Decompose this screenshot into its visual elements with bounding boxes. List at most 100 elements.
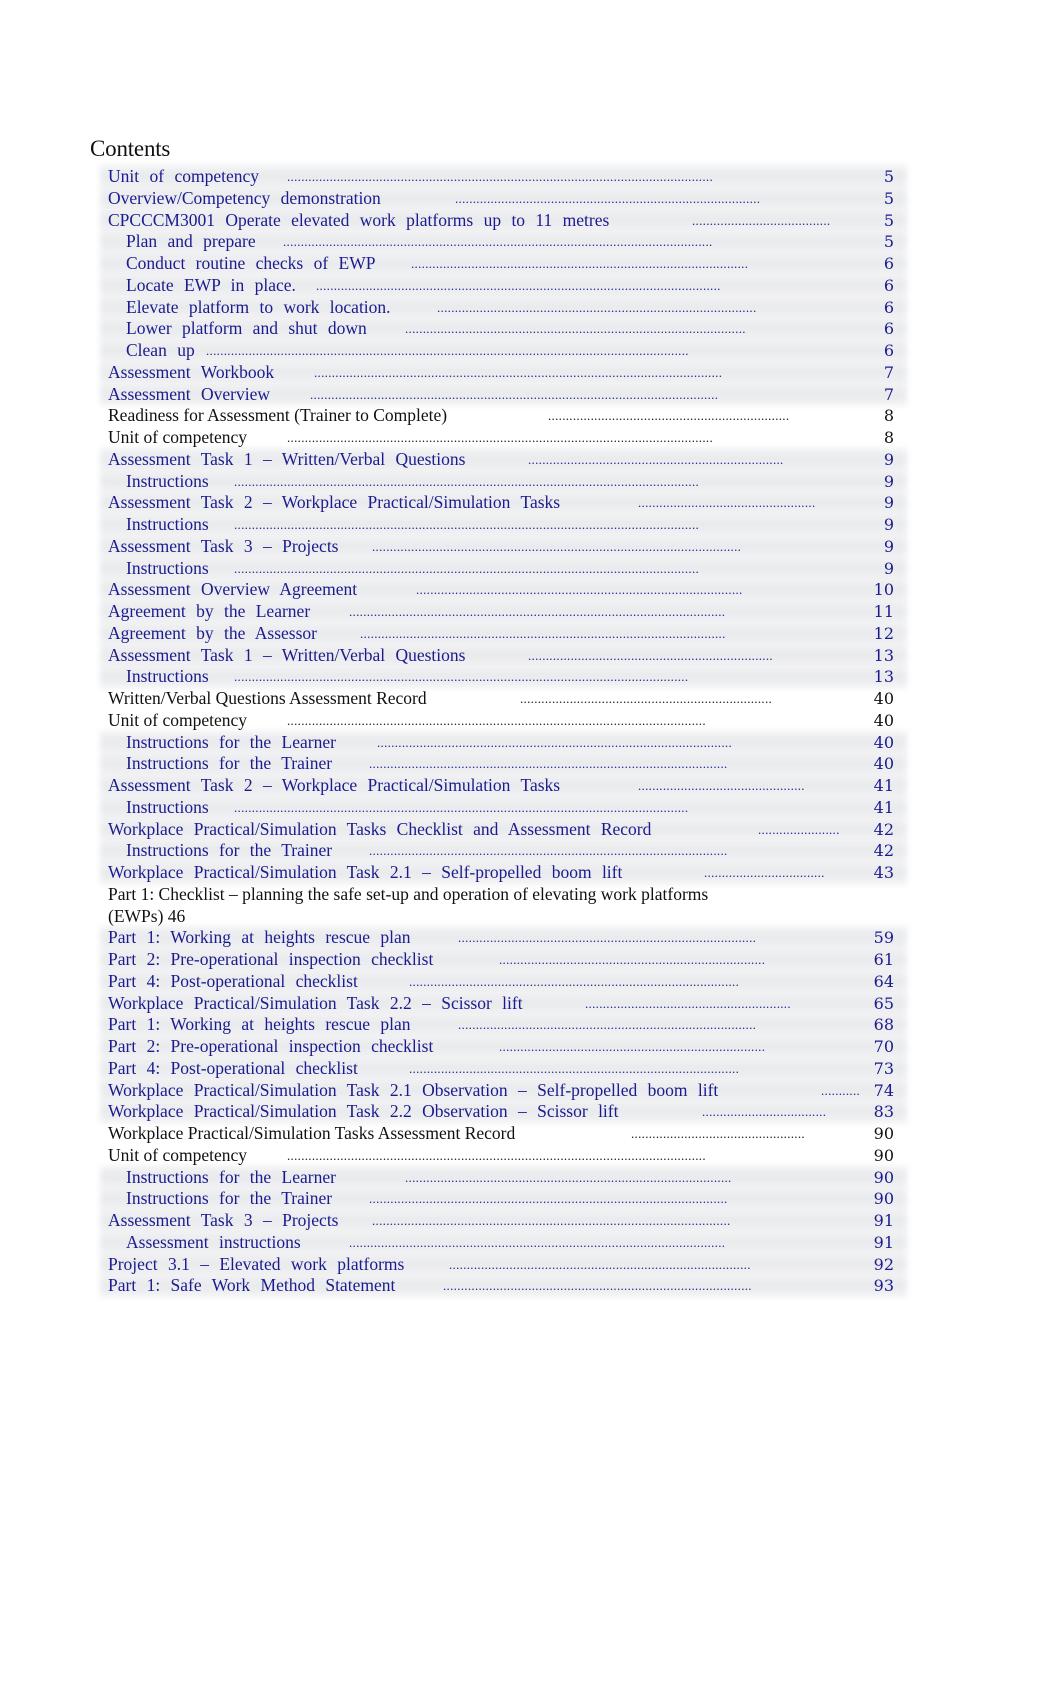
toc-entry-label[interactable]: Assessment Task 3 – Projects [108, 536, 339, 558]
toc-entry-8[interactable]: Lower platform and shut down ...........… [0, 317, 1062, 341]
toc-entry-page-number[interactable]: 73 [874, 1058, 894, 1080]
toc-entry-label[interactable]: Assessment Task 2 – Workplace Practical/… [108, 492, 560, 514]
toc-entry-44[interactable]: Workplace Practical/Simulation Tasks Ass… [0, 1123, 1062, 1145]
toc-entry-6[interactable]: Locate EWP in place. ...................… [0, 273, 1062, 298]
toc-entry-page-number[interactable]: 42 [874, 819, 894, 841]
toc-entry-3[interactable]: CPCCCM3001 Operate elevated work platfor… [0, 208, 1062, 233]
toc-entry-label[interactable]: Workplace Practical/Simulation Task 2.1 … [108, 1080, 718, 1102]
toc-entry-label[interactable]: Assessment Task 1 – Written/Verbal Quest… [108, 449, 465, 471]
toc-entry-page-number[interactable]: 11 [874, 601, 894, 623]
toc-entry-page-number[interactable]: 5 [884, 188, 894, 210]
toc-entry-label[interactable]: Instructions [126, 797, 209, 819]
toc-entry-26[interactable]: Unit of competency .....................… [0, 710, 1062, 732]
toc-entry-9[interactable]: Clean up ...............................… [0, 339, 1062, 363]
toc-entry-label[interactable]: Assessment Overview [108, 384, 270, 406]
toc-entry-page-number[interactable]: 5 [884, 166, 894, 188]
toc-entry-label[interactable]: Assessment instructions [126, 1232, 301, 1254]
toc-entry-32[interactable]: Instructions for the Trainer ...........… [0, 839, 1062, 863]
toc-entry-label[interactable]: Instructions for the Learner [126, 1167, 336, 1189]
toc-entry-51[interactable]: Part 1: Safe Work Method Statement .....… [0, 1274, 1062, 1298]
toc-entry-page-number[interactable]: 40 [874, 732, 894, 754]
toc-entry-page-number[interactable]: 13 [874, 645, 894, 667]
toc-entry-label[interactable]: Conduct routine checks of EWP [126, 253, 376, 275]
toc-entry-7[interactable]: Elevate platform to work location. .....… [0, 295, 1062, 320]
toc-entry-label[interactable]: Clean up [126, 340, 195, 362]
toc-entry-label[interactable]: Workplace Practical/Simulation Task 2.2 … [108, 993, 523, 1015]
toc-entry-13[interactable]: Unit of competency .....................… [0, 427, 1062, 449]
toc-entry-19[interactable]: Instructions ...........................… [0, 556, 1062, 581]
toc-entry-label[interactable]: Written/Verbal Questions Assessment Reco… [108, 688, 427, 710]
toc-entry-page-number[interactable]: 40 [874, 688, 894, 710]
toc-entry-page-number[interactable]: 6 [884, 318, 894, 340]
toc-entry-label[interactable]: Unit of competency [108, 1145, 247, 1167]
toc-entry-page-number[interactable]: 70 [874, 1036, 894, 1058]
toc-entry-37[interactable]: Part 4: Post-operational checklist .....… [0, 969, 1062, 994]
toc-entry-4[interactable]: Plan and prepare .......................… [0, 230, 1062, 254]
toc-entry-label[interactable]: Part 1: Working at heights rescue plan [108, 1014, 411, 1036]
toc-entry-34[interactable]: Part 1: Checklist – planning the safe se… [0, 884, 1062, 928]
toc-entry-label[interactable]: Agreement by the Learner [108, 601, 310, 623]
toc-entry-31[interactable]: Workplace Practical/Simulation Tasks Che… [0, 817, 1062, 842]
toc-entry-page-number[interactable]: 90 [874, 1123, 894, 1145]
toc-entry-page-number[interactable]: 12 [874, 623, 894, 645]
toc-entry-page-number[interactable]: 9 [884, 558, 894, 580]
toc-entry-label[interactable]: Assessment Task 1 – Written/Verbal Quest… [108, 645, 465, 667]
toc-entry-page-number[interactable]: 9 [884, 492, 894, 514]
toc-entry-46[interactable]: Instructions for the Learner ...........… [0, 1165, 1062, 1190]
toc-entry-40[interactable]: Part 2: Pre-operational inspection check… [0, 1035, 1062, 1059]
toc-entry-label[interactable]: Instructions [126, 666, 209, 688]
toc-entry-20[interactable]: Assessment Overview Agreement ..........… [0, 578, 1062, 602]
toc-entry-label[interactable]: Part 2: Pre-operational inspection check… [108, 1036, 433, 1058]
toc-entry-label[interactable]: Instructions [126, 471, 209, 493]
toc-entry-10[interactable]: Assessment Workbook ....................… [0, 360, 1062, 385]
toc-entry-page-number[interactable]: 40 [874, 753, 894, 775]
toc-entry-label[interactable]: Unit of competency [108, 710, 247, 732]
toc-entry-48[interactable]: Assessment Task 3 – Projects ...........… [0, 1209, 1062, 1233]
toc-entry-49[interactable]: Assessment instructions ................… [0, 1230, 1062, 1255]
toc-entry-page-number[interactable]: 42 [874, 840, 894, 862]
toc-entry-label[interactable]: Instructions for the Learner [126, 732, 336, 754]
toc-entry-label[interactable]: Agreement by the Assessor [108, 623, 317, 645]
toc-entry-label[interactable]: Project 3.1 – Elevated work platforms [108, 1254, 404, 1276]
toc-entry-30[interactable]: Instructions ...........................… [0, 795, 1062, 820]
toc-entry-page-number[interactable]: 91 [874, 1232, 894, 1254]
toc-entry-23[interactable]: Assessment Task 1 – Written/Verbal Quest… [0, 643, 1062, 668]
toc-entry-35[interactable]: Part 1: Working at heights rescue plan .… [0, 926, 1062, 950]
toc-entry-label[interactable]: Part 2: Pre-operational inspection check… [108, 949, 433, 971]
toc-entry-page-number[interactable]: 90 [874, 1167, 894, 1189]
toc-entry-label[interactable]: Assessment Workbook [108, 362, 274, 384]
toc-entry-page-number[interactable]: 43 [874, 862, 894, 884]
toc-entry-page-number[interactable]: 41 [874, 797, 894, 819]
toc-entry-label[interactable]: Readiness for Assessment (Trainer to Com… [108, 405, 447, 427]
toc-entry-45[interactable]: Unit of competency .....................… [0, 1145, 1062, 1167]
toc-entry-22[interactable]: Agreement by the Assessor ..............… [0, 621, 1062, 646]
toc-entry-15[interactable]: Instructions ...........................… [0, 469, 1062, 494]
toc-entry-page-number[interactable]: 91 [874, 1210, 894, 1232]
toc-entry-page-number[interactable]: 9 [884, 536, 894, 558]
toc-entry-50[interactable]: Project 3.1 – Elevated work platforms ..… [0, 1252, 1062, 1277]
toc-entry-page-number[interactable]: 6 [884, 340, 894, 362]
toc-entry-page-number[interactable]: 10 [874, 579, 894, 601]
toc-entry-page-number[interactable]: 41 [874, 775, 894, 797]
toc-entry-33[interactable]: Workplace Practical/Simulation Task 2.1 … [0, 861, 1062, 885]
toc-entry-label[interactable]: Assessment Overview Agreement [108, 579, 357, 601]
toc-entry-41[interactable]: Part 4: Post-operational checklist .....… [0, 1056, 1062, 1081]
toc-entry-25[interactable]: Written/Verbal Questions Assessment Reco… [0, 688, 1062, 710]
toc-entry-label[interactable]: Locate EWP in place. [126, 275, 296, 297]
toc-entry-label[interactable]: Instructions [126, 514, 209, 536]
toc-entry-28[interactable]: Instructions for the Trainer ...........… [0, 752, 1062, 776]
toc-entry-label[interactable]: Workplace Practical/Simulation Task 2.2 … [108, 1101, 618, 1123]
toc-entry-label[interactable]: Instructions for the Trainer [126, 753, 332, 775]
toc-entry-page-number[interactable]: 83 [874, 1101, 894, 1123]
toc-entry-label[interactable]: CPCCCM3001 Operate elevated work platfor… [108, 210, 609, 232]
toc-entry-42[interactable]: Workplace Practical/Simulation Task 2.1 … [0, 1078, 1062, 1103]
toc-entry-18[interactable]: Assessment Task 3 – Projects ...........… [0, 534, 1062, 559]
toc-entry-page-number[interactable]: 64 [874, 971, 894, 993]
toc-entry-47[interactable]: Instructions for the Trainer ...........… [0, 1187, 1062, 1211]
toc-entry-page-number[interactable]: 65 [874, 993, 894, 1015]
toc-entry-label[interactable]: Workplace Practical/Simulation Tasks Che… [108, 819, 651, 841]
toc-entry-label[interactable]: Part 1: Working at heights rescue plan [108, 927, 411, 949]
toc-entry-page-number[interactable]: 6 [884, 297, 894, 319]
toc-entry-page-number[interactable]: 92 [874, 1254, 894, 1276]
toc-entry-12[interactable]: Readiness for Assessment (Trainer to Com… [0, 405, 1062, 427]
